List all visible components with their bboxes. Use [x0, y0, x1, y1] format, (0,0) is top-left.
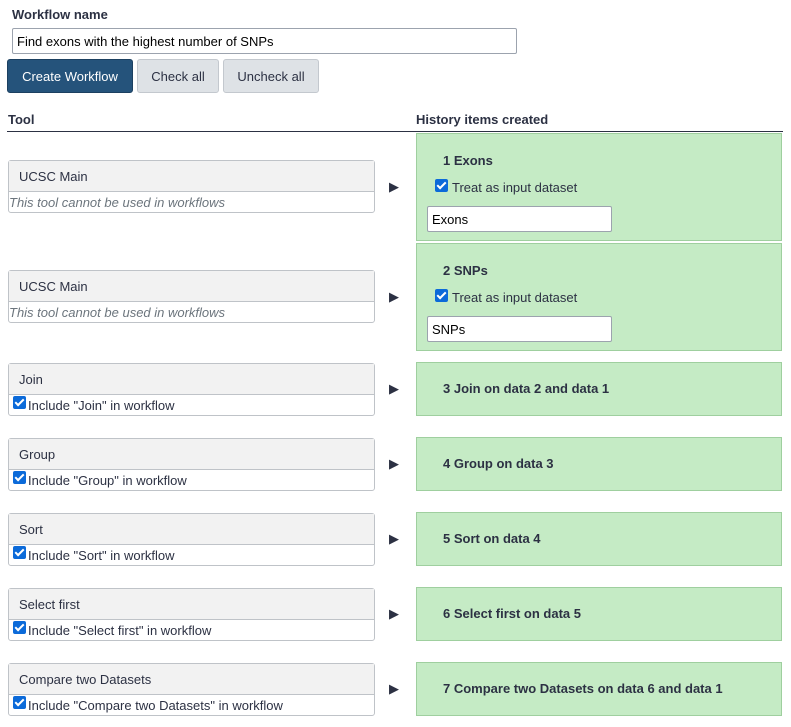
tool-title: Join: [9, 364, 374, 395]
tool-card: UCSC Main This tool cannot be used in wo…: [8, 270, 375, 323]
treat-as-input-checkbox[interactable]: [435, 179, 448, 192]
history-column-header: History items created: [416, 112, 549, 127]
tool-card: Join Include "Join" in workflow: [8, 363, 375, 416]
tool-title: Sort: [9, 514, 374, 545]
tool-title: Select first: [9, 589, 374, 620]
arrow-right-icon: ▶: [389, 456, 399, 471]
input-dataset-name-field[interactable]: [427, 316, 612, 342]
history-item-title: 6 Select first on data 5: [443, 606, 581, 621]
arrow-right-icon: ▶: [389, 381, 399, 396]
include-in-workflow-checkbox[interactable]: [13, 620, 26, 634]
history-item: 7 Compare two Datasets on data 6 and dat…: [416, 662, 782, 716]
history-item-title: 1 Exons: [443, 153, 493, 168]
history-item-title: 5 Sort on data 4: [443, 531, 541, 546]
include-in-workflow-label: Include "Compare two Datasets" in workfl…: [28, 697, 283, 713]
uncheck-all-button[interactable]: Uncheck all: [223, 59, 319, 93]
history-item: 6 Select first on data 5: [416, 587, 782, 641]
include-in-workflow-checkbox[interactable]: [13, 545, 26, 559]
include-in-workflow-label: Include "Select first" in workflow: [28, 622, 212, 638]
workflow-name-input[interactable]: [12, 28, 517, 54]
tool-unavailable-note: This tool cannot be used in workflows: [9, 304, 226, 320]
history-item-title: 4 Group on data 3: [443, 456, 554, 471]
tool-title: Compare two Datasets: [9, 664, 374, 695]
tool-card: Sort Include "Sort" in workflow: [8, 513, 375, 566]
tool-title: UCSC Main: [9, 271, 374, 302]
history-item: 1 Exons Treat as input dataset: [416, 133, 782, 241]
input-dataset-name-field[interactable]: [427, 206, 612, 232]
include-in-workflow-label: Include "Sort" in workflow: [28, 547, 175, 563]
arrow-right-icon: ▶: [389, 606, 399, 621]
treat-as-input-checkbox[interactable]: [435, 289, 448, 302]
tool-title: UCSC Main: [9, 161, 374, 192]
include-in-workflow-label: Include "Join" in workflow: [28, 397, 175, 413]
arrow-right-icon: ▶: [389, 289, 399, 304]
tool-card: Group Include "Group" in workflow: [8, 438, 375, 491]
check-all-button[interactable]: Check all: [137, 59, 219, 93]
tool-card: Compare two Datasets Include "Compare tw…: [8, 663, 375, 716]
arrow-right-icon: ▶: [389, 531, 399, 546]
treat-as-input-label: Treat as input dataset: [452, 180, 578, 195]
create-workflow-button[interactable]: Create Workflow: [7, 59, 133, 93]
workflow-name-label: Workflow name: [12, 7, 108, 22]
history-item-title: 2 SNPs: [443, 263, 488, 278]
include-in-workflow-checkbox[interactable]: [13, 470, 26, 484]
history-item: 3 Join on data 2 and data 1: [416, 362, 782, 416]
header-divider: [7, 131, 783, 132]
history-item-title: 3 Join on data 2 and data 1: [443, 381, 610, 396]
arrow-right-icon: ▶: [389, 179, 399, 194]
history-item: 4 Group on data 3: [416, 437, 782, 491]
treat-as-input-label: Treat as input dataset: [452, 290, 578, 305]
tool-card: Select first Include "Select first" in w…: [8, 588, 375, 641]
include-in-workflow-label: Include "Group" in workflow: [28, 472, 187, 488]
history-item: 5 Sort on data 4: [416, 512, 782, 566]
history-item-title: 7 Compare two Datasets on data 6 and dat…: [443, 681, 723, 696]
include-in-workflow-checkbox[interactable]: [13, 395, 26, 409]
tool-title: Group: [9, 439, 374, 470]
include-in-workflow-checkbox[interactable]: [13, 695, 26, 709]
history-item: 2 SNPs Treat as input dataset: [416, 243, 782, 351]
arrow-right-icon: ▶: [389, 681, 399, 696]
tool-unavailable-note: This tool cannot be used in workflows: [9, 194, 226, 210]
tool-card: UCSC Main This tool cannot be used in wo…: [8, 160, 375, 213]
tool-column-header: Tool: [8, 112, 35, 127]
